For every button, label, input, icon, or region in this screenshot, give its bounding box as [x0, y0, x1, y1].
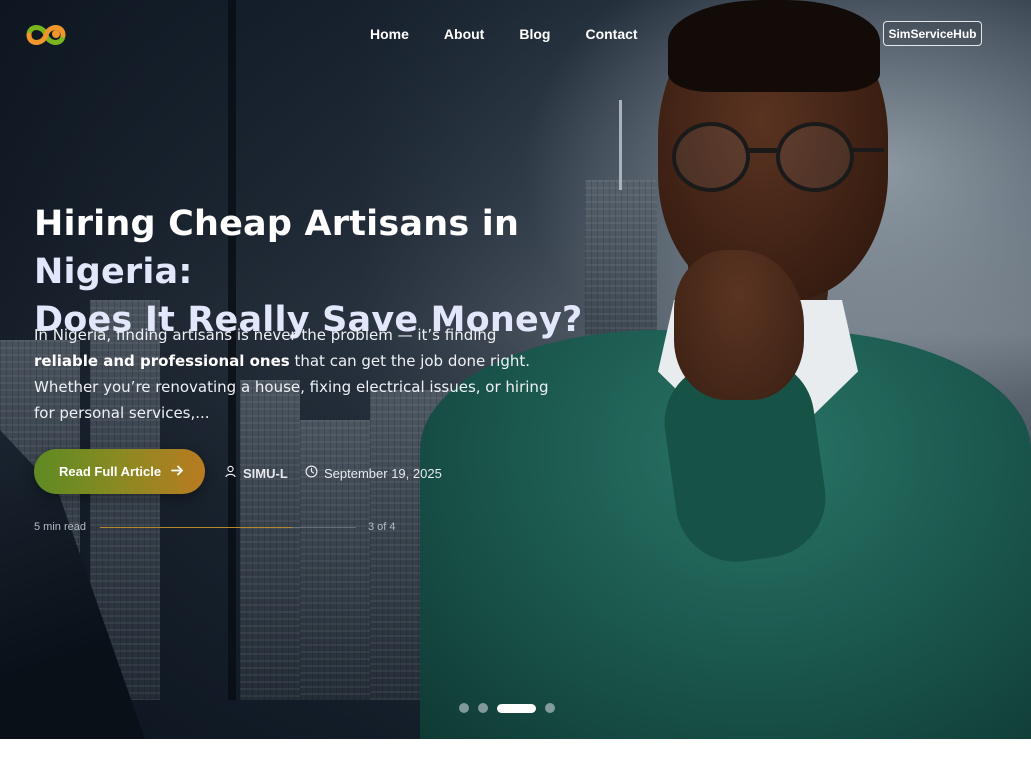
article-date: September 19, 2025	[305, 465, 442, 481]
logo-icon[interactable]	[21, 17, 71, 53]
hand-on-chin	[674, 250, 804, 400]
excerpt-bold-text: reliable and professional ones	[34, 352, 290, 370]
progress-track	[100, 527, 356, 528]
glasses-lens-right	[776, 122, 854, 192]
article-excerpt: In Nigeria, finding artisans is never th…	[34, 322, 564, 426]
clock-icon	[305, 465, 318, 481]
carousel-dot-2[interactable]	[478, 703, 488, 713]
author-name: SIMU-L	[243, 465, 288, 481]
read-full-article-button[interactable]: Read Full Article	[34, 449, 205, 494]
excerpt-text: In Nigeria, finding artisans is never th…	[34, 326, 497, 344]
progress-fill	[100, 527, 292, 528]
nav-link-about[interactable]: About	[444, 26, 484, 42]
article-author: SIMU-L	[224, 465, 288, 481]
user-icon	[224, 465, 237, 481]
nav-link-contact[interactable]: Contact	[585, 26, 637, 42]
carousel-dots	[459, 703, 555, 713]
title-text: Hiring Cheap Artisans in	[34, 204, 520, 244]
title-accent-text: Nigeria:	[34, 252, 193, 292]
skyline-building	[240, 380, 300, 700]
read-time: 5 min read	[34, 521, 86, 533]
slide-progress: 5 min read 3 of 4	[34, 521, 414, 535]
cta-label: Read Full Article	[59, 464, 162, 479]
glasses-temple	[852, 148, 884, 152]
carousel-dot-4[interactable]	[545, 703, 555, 713]
skyline-building	[300, 420, 370, 700]
glasses-bridge	[746, 148, 780, 153]
nav-link-home[interactable]: Home	[370, 26, 409, 42]
glasses-lens-left	[672, 122, 750, 192]
arrow-right-icon	[171, 464, 184, 480]
top-nav: Home About Blog Contact SimServiceHub	[0, 0, 1031, 70]
nav-links: Home About Blog Contact	[370, 26, 673, 42]
carousel-dot-1[interactable]	[459, 703, 469, 713]
nav-link-blog[interactable]: Blog	[519, 26, 550, 42]
carousel-dot-3[interactable]	[497, 703, 536, 713]
slide-count: 3 of 4	[368, 521, 396, 533]
simservicehub-button[interactable]: SimServiceHub	[883, 21, 982, 46]
date-text: September 19, 2025	[324, 465, 442, 481]
